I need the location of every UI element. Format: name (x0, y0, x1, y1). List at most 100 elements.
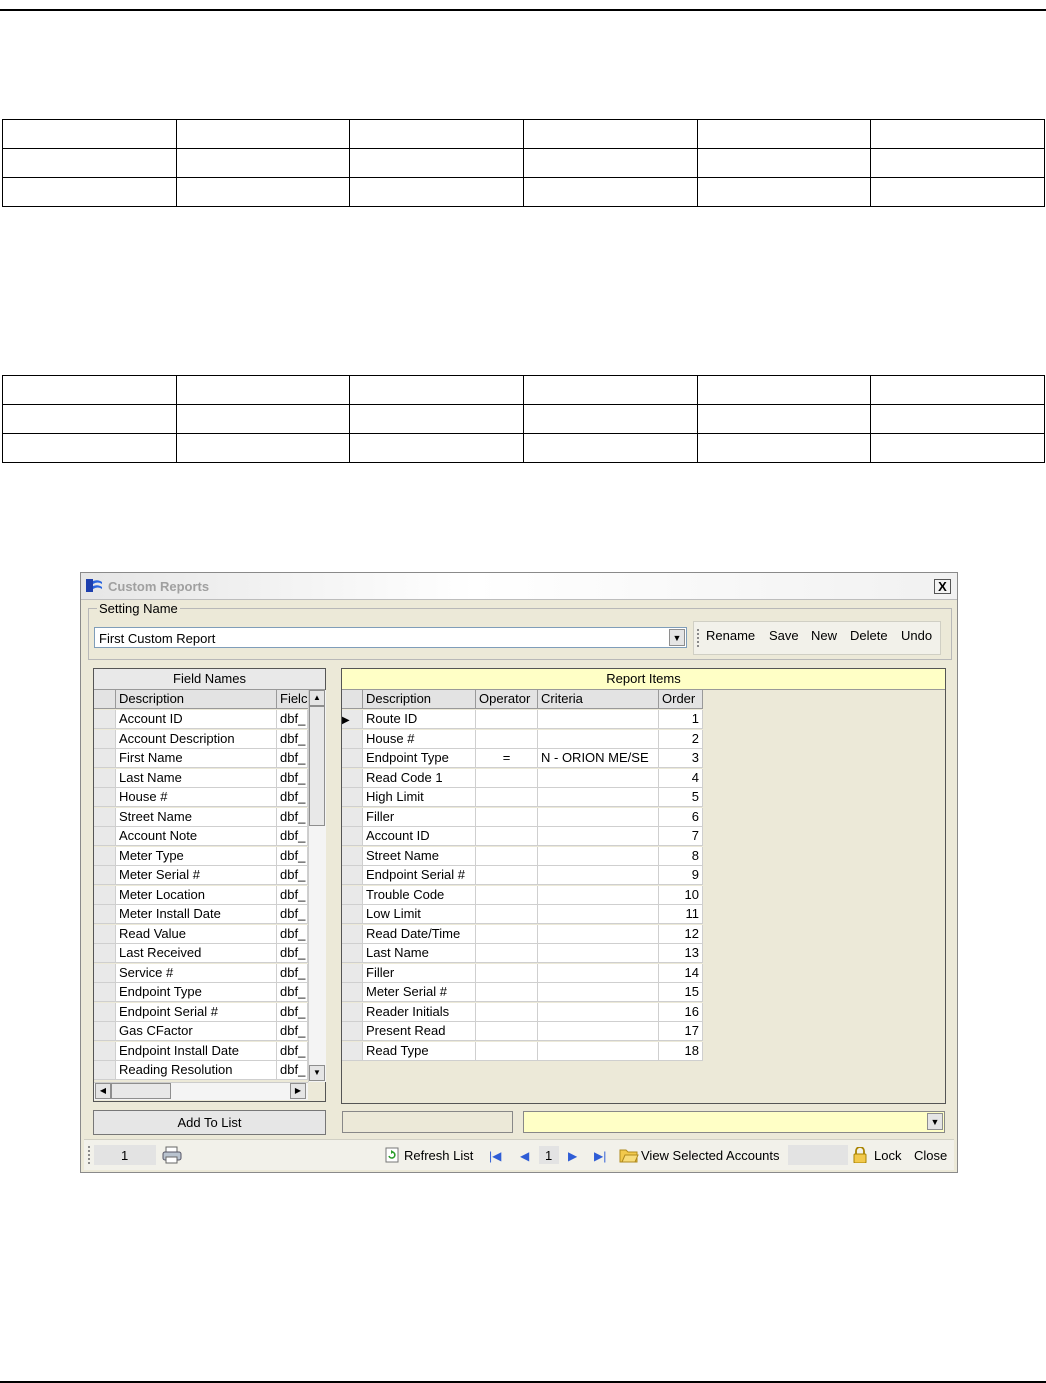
item-operator[interactable] (476, 1002, 538, 1022)
item-criteria[interactable] (538, 788, 659, 807)
row-selector[interactable] (342, 944, 363, 963)
item-operator[interactable] (476, 827, 538, 846)
field-row[interactable]: Account Note dbf_ (94, 827, 308, 847)
delete-button[interactable]: Delete (850, 628, 888, 643)
col-criteria[interactable]: Criteria (538, 690, 659, 709)
field-row[interactable]: Gas CFactor dbf_ (94, 1022, 308, 1042)
item-operator[interactable] (476, 885, 538, 905)
row-selector[interactable] (342, 827, 363, 846)
new-button[interactable]: New (811, 628, 837, 643)
item-operator[interactable] (476, 866, 538, 885)
item-operator[interactable] (476, 710, 538, 729)
field-row[interactable]: Endpoint Install Date dbf_ (94, 1041, 308, 1062)
chevron-down-icon[interactable]: ▼ (927, 1113, 943, 1130)
field-row[interactable]: Account ID dbf_ (94, 710, 308, 730)
item-order[interactable]: 14 (659, 963, 703, 983)
item-order[interactable]: 11 (659, 905, 703, 924)
field-row[interactable]: Endpoint Serial # dbf_ (94, 1002, 308, 1023)
field-row[interactable]: Reading Resolution dbf_ (94, 1061, 308, 1081)
row-selector[interactable] (94, 1041, 116, 1061)
item-criteria[interactable] (538, 807, 659, 827)
item-order[interactable]: 16 (659, 1002, 703, 1022)
item-order[interactable]: 4 (659, 768, 703, 788)
chevron-down-icon[interactable]: ▼ (669, 629, 685, 646)
row-selector[interactable] (94, 866, 116, 885)
item-criteria[interactable] (538, 944, 659, 963)
row-selector[interactable] (94, 710, 116, 729)
col-description[interactable]: Description (116, 690, 277, 709)
row-selector[interactable] (342, 729, 363, 749)
item-criteria[interactable] (538, 827, 659, 846)
item-order[interactable]: 1 (659, 710, 703, 729)
refresh-list-button[interactable]: Refresh List (404, 1148, 473, 1163)
item-criteria[interactable] (538, 905, 659, 924)
item-operator[interactable] (476, 729, 538, 749)
row-selector[interactable] (342, 1041, 363, 1061)
last-page-icon[interactable]: ▶| (594, 1149, 606, 1163)
item-order[interactable]: 18 (659, 1041, 703, 1061)
item-operator[interactable]: = (476, 749, 538, 768)
report-item-row[interactable]: Street Name 8 (342, 846, 703, 867)
field-row[interactable]: Meter Location dbf_ (94, 885, 308, 906)
report-item-row[interactable]: Account ID 7 (342, 827, 703, 847)
item-operator[interactable] (476, 944, 538, 963)
col-field[interactable]: Fielc (277, 690, 309, 709)
item-criteria[interactable] (538, 924, 659, 944)
statusbar-grip[interactable] (88, 1146, 90, 1164)
row-selector[interactable] (342, 1002, 363, 1022)
item-order[interactable]: 12 (659, 924, 703, 944)
report-item-row[interactable]: Reader Initials 16 (342, 1002, 703, 1023)
add-to-list-button[interactable]: Add To List (93, 1110, 326, 1135)
row-selector[interactable] (94, 1002, 116, 1022)
report-item-row[interactable]: Filler 14 (342, 963, 703, 984)
toolbar-grip[interactable] (697, 629, 701, 647)
report-item-row[interactable]: Low Limit 11 (342, 905, 703, 925)
item-order[interactable]: 10 (659, 885, 703, 905)
row-selector[interactable] (94, 924, 116, 944)
view-selected-accounts-button[interactable]: View Selected Accounts (641, 1148, 780, 1163)
item-operator[interactable] (476, 905, 538, 924)
report-item-row[interactable]: Read Date/Time 12 (342, 924, 703, 945)
row-selector[interactable] (342, 749, 363, 768)
row-selector[interactable] (342, 905, 363, 924)
item-operator[interactable] (476, 807, 538, 827)
report-item-row[interactable]: Endpoint Type = N - ORION ME/SE 3 (342, 749, 703, 769)
row-selector[interactable] (94, 885, 116, 905)
report-item-row[interactable]: House # 2 (342, 729, 703, 750)
row-selector[interactable] (94, 1022, 116, 1041)
field-row[interactable]: Read Value dbf_ (94, 924, 308, 945)
item-criteria[interactable] (538, 768, 659, 788)
item-operator[interactable] (476, 846, 538, 866)
undo-button[interactable]: Undo (901, 628, 932, 643)
item-criteria[interactable] (538, 1002, 659, 1022)
row-selector[interactable] (94, 807, 116, 827)
first-page-icon[interactable]: |◀ (489, 1149, 501, 1163)
item-operator[interactable] (476, 963, 538, 983)
row-selector[interactable]: ▶ (342, 710, 363, 729)
item-criteria[interactable] (538, 846, 659, 866)
scroll-up-icon[interactable]: ▲ (309, 690, 325, 706)
row-selector[interactable] (342, 885, 363, 905)
field-row[interactable]: House # dbf_ (94, 788, 308, 808)
field-row[interactable]: Service # dbf_ (94, 963, 308, 984)
scroll-left-icon[interactable]: ◀ (95, 1083, 111, 1099)
item-criteria[interactable] (538, 963, 659, 983)
row-selector[interactable] (94, 846, 116, 866)
close-button[interactable]: Close (914, 1148, 947, 1163)
row-selector[interactable] (94, 1061, 116, 1080)
previous-page-icon[interactable]: ◀ (520, 1149, 529, 1163)
item-operator[interactable] (476, 983, 538, 1002)
title-bar[interactable]: Custom Reports X (81, 573, 957, 600)
item-order[interactable]: 9 (659, 866, 703, 885)
row-selector[interactable] (342, 963, 363, 983)
field-names-hscroll[interactable]: ◀ ▶ (94, 1082, 308, 1100)
scroll-down-icon[interactable]: ▼ (309, 1065, 325, 1081)
hscroll-thumb[interactable] (111, 1083, 171, 1099)
field-row[interactable]: First Name dbf_ (94, 749, 308, 769)
item-criteria[interactable] (538, 866, 659, 885)
setting-name-combo[interactable]: First Custom Report ▼ (94, 627, 687, 648)
field-row[interactable]: Meter Install Date dbf_ (94, 905, 308, 925)
report-item-row[interactable]: Filler 6 (342, 807, 703, 828)
row-selector[interactable] (94, 827, 116, 846)
item-operator[interactable] (476, 1022, 538, 1041)
